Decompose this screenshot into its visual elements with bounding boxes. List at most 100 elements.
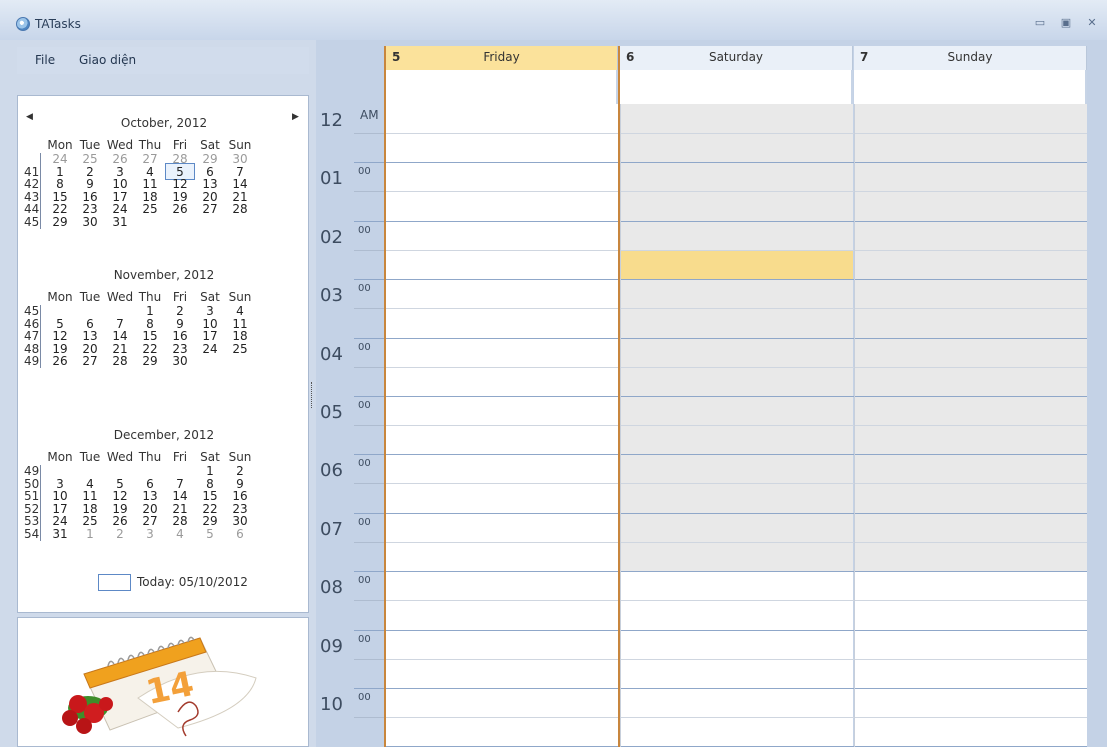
calendar-day[interactable]: 15 (135, 330, 165, 342)
calendar-day[interactable]: 6 (135, 478, 165, 490)
pane-splitter[interactable] (311, 382, 314, 408)
calendar-day[interactable]: 24 (45, 153, 75, 165)
calendar-day[interactable]: 25 (75, 515, 105, 527)
calendar-day[interactable]: 23 (225, 503, 255, 515)
calendar-day[interactable]: 19 (45, 343, 75, 355)
calendar-day[interactable]: 9 (165, 318, 195, 330)
calendar-day[interactable]: 22 (45, 203, 75, 215)
calendar-day[interactable]: 24 (195, 343, 225, 355)
calendar-day[interactable]: 17 (105, 191, 135, 203)
calendar-day[interactable]: 8 (135, 318, 165, 330)
calendar-day[interactable]: 13 (195, 178, 225, 190)
calendar-day[interactable]: 23 (165, 343, 195, 355)
calendar-day[interactable]: 26 (105, 515, 135, 527)
calendar-day[interactable]: 8 (45, 178, 75, 190)
calendar-day[interactable]: 22 (195, 503, 225, 515)
calendar-day[interactable]: 26 (105, 153, 135, 165)
calendar-day[interactable]: 24 (105, 203, 135, 215)
calendar-day[interactable]: 30 (225, 153, 255, 165)
calendar-day[interactable]: 16 (225, 490, 255, 502)
calendar-day[interactable]: 31 (45, 528, 75, 540)
menu-file[interactable]: File (35, 53, 55, 67)
calendar-day[interactable]: 25 (135, 203, 165, 215)
calendar-day[interactable]: 15 (195, 490, 225, 502)
calendar-day[interactable]: 5 (105, 478, 135, 490)
calendar-day[interactable]: 30 (165, 355, 195, 367)
calendar-day[interactable]: 1 (45, 166, 75, 178)
calendar-day[interactable]: 7 (165, 478, 195, 490)
calendar-day[interactable]: 19 (165, 191, 195, 203)
calendar-day[interactable]: 16 (165, 330, 195, 342)
calendar-day[interactable]: 9 (225, 478, 255, 490)
calendar-day[interactable]: 18 (225, 330, 255, 342)
calendar-day[interactable]: 12 (105, 490, 135, 502)
calendar-day[interactable]: 17 (45, 503, 75, 515)
calendar-day[interactable]: 3 (105, 166, 135, 178)
all-day-area-saturday[interactable] (620, 70, 853, 104)
calendar-day[interactable]: 1 (75, 528, 105, 540)
day-header-sunday[interactable]: 7 Sunday (854, 46, 1087, 70)
calendar-day[interactable]: 27 (135, 153, 165, 165)
calendar-day[interactable]: 2 (105, 528, 135, 540)
calendar-day[interactable]: 8 (195, 478, 225, 490)
calendar-day[interactable]: 2 (75, 166, 105, 178)
calendar-day[interactable]: 22 (135, 343, 165, 355)
calendar-day[interactable]: 2 (165, 305, 195, 317)
calendar-day[interactable]: 21 (105, 343, 135, 355)
calendar-day[interactable]: 4 (165, 528, 195, 540)
calendar-day[interactable]: 4 (135, 166, 165, 178)
menu-giao-dien[interactable]: Giao diện (79, 53, 136, 67)
calendar-day[interactable]: 25 (225, 343, 255, 355)
calendar-day[interactable]: 14 (105, 330, 135, 342)
calendar-day[interactable]: 11 (225, 318, 255, 330)
calendar-day[interactable]: 7 (105, 318, 135, 330)
calendar-day[interactable]: 28 (225, 203, 255, 215)
calendar-day[interactable]: 2 (225, 465, 255, 477)
calendar-day[interactable]: 29 (195, 515, 225, 527)
calendar-day[interactable]: 5 (45, 318, 75, 330)
day-header-saturday[interactable]: 6 Saturday (620, 46, 853, 70)
calendar-day[interactable]: 3 (135, 528, 165, 540)
calendar-day[interactable]: 28 (105, 355, 135, 367)
calendar-day[interactable]: 7 (225, 166, 255, 178)
calendar-day[interactable]: 27 (195, 203, 225, 215)
calendar-day[interactable]: 13 (75, 330, 105, 342)
calendar-day[interactable]: 9 (75, 178, 105, 190)
calendar-day[interactable]: 4 (225, 305, 255, 317)
calendar-day[interactable]: 21 (165, 503, 195, 515)
close-icon[interactable]: ✕ (1085, 16, 1099, 30)
calendar-day[interactable]: 25 (75, 153, 105, 165)
all-day-area-sunday[interactable] (854, 70, 1087, 104)
calendar-day[interactable]: 26 (165, 203, 195, 215)
calendar-day[interactable]: 6 (195, 166, 225, 178)
today-label[interactable]: Today: 05/10/2012 (137, 575, 248, 589)
calendar-day[interactable]: 20 (195, 191, 225, 203)
calendar-day[interactable]: 5 (165, 166, 195, 178)
calendar-day[interactable]: 14 (165, 490, 195, 502)
calendar-day[interactable]: 4 (75, 478, 105, 490)
calendar-day[interactable]: 3 (195, 305, 225, 317)
calendar-day[interactable]: 17 (195, 330, 225, 342)
calendar-day[interactable]: 16 (75, 191, 105, 203)
calendar-day[interactable]: 18 (135, 191, 165, 203)
day-header-friday[interactable]: 5 Friday (386, 46, 618, 70)
calendar-day[interactable]: 20 (135, 503, 165, 515)
calendar-day[interactable]: 10 (45, 490, 75, 502)
calendar-day[interactable]: 23 (75, 203, 105, 215)
calendar-day[interactable]: 28 (165, 515, 195, 527)
calendar-day[interactable]: 6 (75, 318, 105, 330)
calendar-day[interactable]: 12 (165, 178, 195, 190)
maximize-icon[interactable]: ▣ (1059, 16, 1073, 30)
calendar-day[interactable]: 5 (195, 528, 225, 540)
calendar-day[interactable]: 24 (45, 515, 75, 527)
calendar-day[interactable]: 10 (195, 318, 225, 330)
calendar-day[interactable]: 19 (105, 503, 135, 515)
calendar-day[interactable]: 30 (225, 515, 255, 527)
all-day-area-friday[interactable] (386, 70, 618, 104)
calendar-day[interactable]: 29 (135, 355, 165, 367)
calendar-day[interactable]: 31 (105, 216, 135, 228)
calendar-day[interactable]: 30 (75, 216, 105, 228)
calendar-day[interactable]: 13 (135, 490, 165, 502)
calendar-day[interactable]: 11 (135, 178, 165, 190)
calendar-day[interactable]: 6 (225, 528, 255, 540)
